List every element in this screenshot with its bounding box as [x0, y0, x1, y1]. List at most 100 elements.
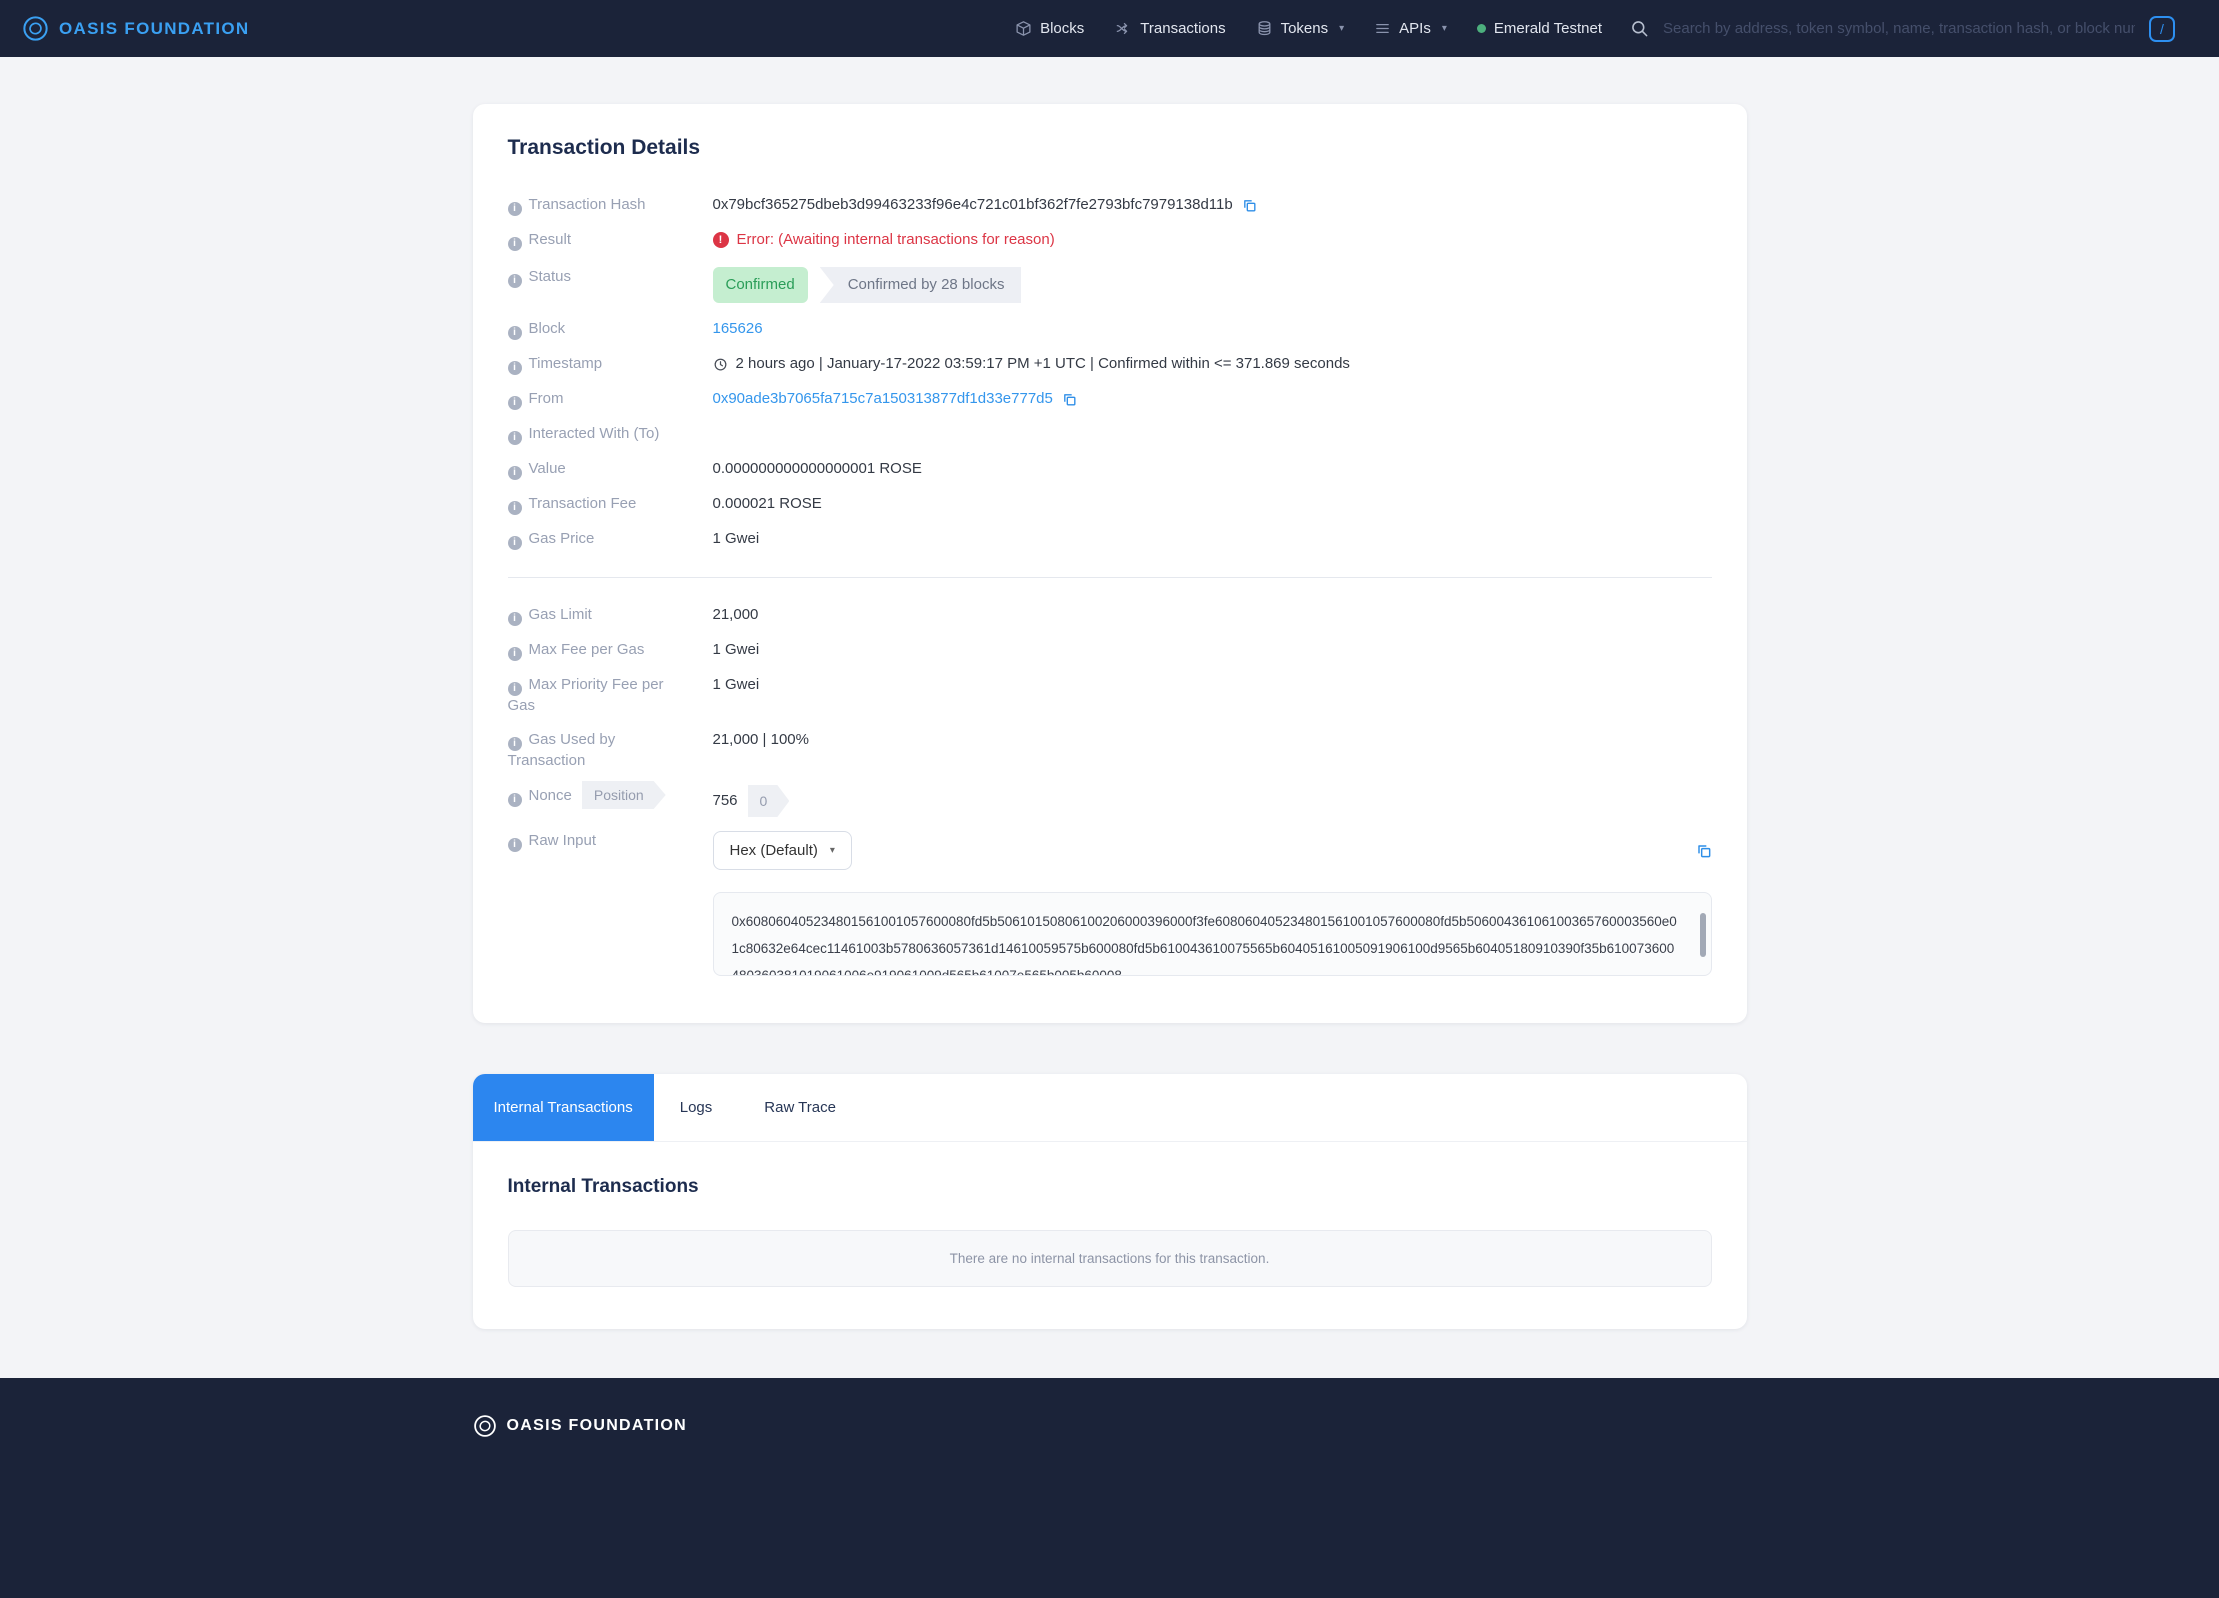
detail-label: Interacted With (To) [529, 425, 660, 442]
info-icon[interactable] [508, 682, 522, 696]
info-icon[interactable] [508, 501, 522, 515]
raw-input-format-dropdown[interactable]: Hex (Default) ▾ [713, 831, 852, 870]
info-icon[interactable] [508, 431, 522, 445]
brand-name: OASIS FOUNDATION [59, 19, 249, 39]
info-icon[interactable] [508, 838, 522, 852]
nav-tokens-label: Tokens [1281, 20, 1329, 37]
nav-blocks-label: Blocks [1040, 20, 1084, 37]
detail-label: Gas Price [529, 530, 595, 547]
footer: OASIS FOUNDATION [0, 1378, 2219, 1598]
detail-label: Result [529, 231, 572, 248]
copy-icon[interactable] [1242, 198, 1257, 213]
info-icon[interactable] [508, 612, 522, 626]
detail-label: Transaction Hash [529, 196, 646, 213]
chevron-down-icon: ▾ [830, 845, 835, 856]
row-interacted-with: Interacted With (To) [508, 417, 1712, 452]
block-number-link[interactable]: 165626 [713, 319, 763, 339]
row-gas-price: Gas Price 1 Gwei [508, 522, 1712, 557]
raw-input-hex-box[interactable]: 0x608060405234801561001057600080fd5b5061… [713, 892, 1712, 976]
info-icon[interactable] [508, 793, 522, 807]
info-icon[interactable] [508, 361, 522, 375]
confirmation-badge: Confirmed by 28 blocks [820, 267, 1022, 303]
section-title: Internal Transactions [508, 1176, 1712, 1198]
detail-label: Block [529, 320, 566, 337]
info-icon[interactable] [508, 237, 522, 251]
row-result: Result Error: (Awaiting internal transac… [508, 223, 1712, 258]
nav-tokens[interactable]: Tokens ▾ [1256, 20, 1345, 37]
info-icon[interactable] [508, 396, 522, 410]
nav-apis-label: APIs [1399, 20, 1431, 37]
row-max-priority-fee: Max Priority Fee per Gas 1 Gwei [508, 668, 1712, 723]
info-icon[interactable] [508, 737, 522, 751]
info-icon[interactable] [508, 274, 522, 288]
nav-transactions-label: Transactions [1140, 20, 1225, 37]
raw-input-format-label: Hex (Default) [730, 842, 818, 859]
api-list-icon [1374, 20, 1391, 37]
coins-icon [1256, 20, 1273, 37]
nav-transactions[interactable]: Transactions [1114, 20, 1225, 37]
nav-apis[interactable]: APIs ▾ [1374, 20, 1447, 37]
row-transaction-fee: Transaction Fee 0.000021 ROSE [508, 487, 1712, 522]
info-icon[interactable] [508, 326, 522, 340]
detail-label: Timestamp [529, 355, 603, 372]
raw-input-hex-data: 0x608060405234801561001057600080fd5b5061… [732, 914, 1677, 976]
row-status: Status Confirmed Confirmed by 28 blocks [508, 258, 1712, 312]
detail-label: Transaction Fee [529, 495, 637, 512]
transaction-hash-value: 0x79bcf365275dbeb3d99463233f96e4c721c01b… [713, 195, 1233, 215]
timestamp-value: 2 hours ago | January-17-2022 03:59:17 P… [736, 354, 1350, 374]
gas-used-value: 21,000 | 100% [713, 730, 809, 750]
copy-icon[interactable] [1062, 392, 1077, 407]
empty-state-message: There are no internal transactions for t… [950, 1251, 1270, 1266]
internal-transactions-panel: Internal Transactions There are no inter… [473, 1142, 1747, 1329]
row-transaction-hash: Transaction Hash 0x79bcf365275dbeb3d9946… [508, 188, 1712, 223]
nav-blocks[interactable]: Blocks [1015, 20, 1084, 37]
status-badge: Confirmed [713, 267, 808, 303]
tab-raw-trace[interactable]: Raw Trace [738, 1074, 862, 1141]
transaction-tabs-card: Internal Transactions Logs Raw Trace Int… [473, 1074, 1747, 1329]
search-bar: / [1630, 16, 2175, 42]
search-input[interactable] [1661, 19, 2137, 38]
info-icon[interactable] [508, 202, 522, 216]
position-value-badge: 0 [748, 785, 790, 817]
main-content: Transaction Details Transaction Hash 0x7… [0, 104, 2219, 1329]
info-icon[interactable] [508, 536, 522, 550]
value-amount: 0.000000000000000001 ROSE [713, 459, 922, 479]
nav-network-label: Emerald Testnet [1494, 20, 1602, 37]
transactions-arrows-icon [1114, 20, 1132, 37]
tab-logs[interactable]: Logs [654, 1074, 739, 1141]
row-block: Block 165626 [508, 312, 1712, 347]
scrollbar-thumb[interactable] [1700, 913, 1706, 957]
chevron-down-icon: ▾ [1442, 23, 1447, 34]
row-raw-input: Raw Input Hex (Default) ▾ 0x608060405234… [508, 824, 1712, 983]
tab-internal-transactions[interactable]: Internal Transactions [473, 1074, 654, 1141]
brand-home-link[interactable]: OASIS FOUNDATION [22, 15, 249, 42]
max-fee-value: 1 Gwei [713, 640, 760, 660]
row-gas-limit: Gas Limit 21,000 [508, 598, 1712, 633]
gas-price-value: 1 Gwei [713, 529, 760, 549]
main-nav: Blocks Transactions Tokens ▾ APIs [1015, 20, 1602, 37]
info-icon[interactable] [508, 466, 522, 480]
position-badge: Position [582, 781, 666, 809]
transaction-details-card: Transaction Details Transaction Hash 0x7… [473, 104, 1747, 1023]
chevron-down-icon: ▾ [1339, 23, 1344, 34]
tab-bar: Internal Transactions Logs Raw Trace [473, 1074, 1747, 1142]
page-title: Transaction Details [508, 136, 1712, 160]
detail-label: Nonce [529, 787, 572, 804]
detail-label: Max Priority Fee per Gas [508, 676, 664, 714]
page: OASIS FOUNDATION Blocks Transactions Tok… [0, 0, 2219, 1598]
copy-icon[interactable] [1696, 843, 1712, 859]
detail-label: Gas Used by Transaction [508, 731, 616, 769]
info-icon[interactable] [508, 647, 522, 661]
detail-label: Status [529, 268, 572, 285]
footer-brand-link[interactable]: OASIS FOUNDATION [473, 1414, 1747, 1438]
oasis-logo-icon [473, 1414, 497, 1438]
row-from: From 0x90ade3b7065fa715c7a150313877df1d3… [508, 382, 1712, 417]
detail-label: Raw Input [529, 832, 597, 849]
nav-network-selector[interactable]: Emerald Testnet [1477, 20, 1602, 37]
from-address-link[interactable]: 0x90ade3b7065fa715c7a150313877df1d33e777… [713, 389, 1053, 409]
oasis-logo-icon [22, 15, 49, 42]
row-value: Value 0.000000000000000001 ROSE [508, 452, 1712, 487]
network-dot-icon [1477, 24, 1486, 33]
result-error-text: Error: (Awaiting internal transactions f… [713, 230, 1055, 250]
error-icon [713, 232, 729, 248]
